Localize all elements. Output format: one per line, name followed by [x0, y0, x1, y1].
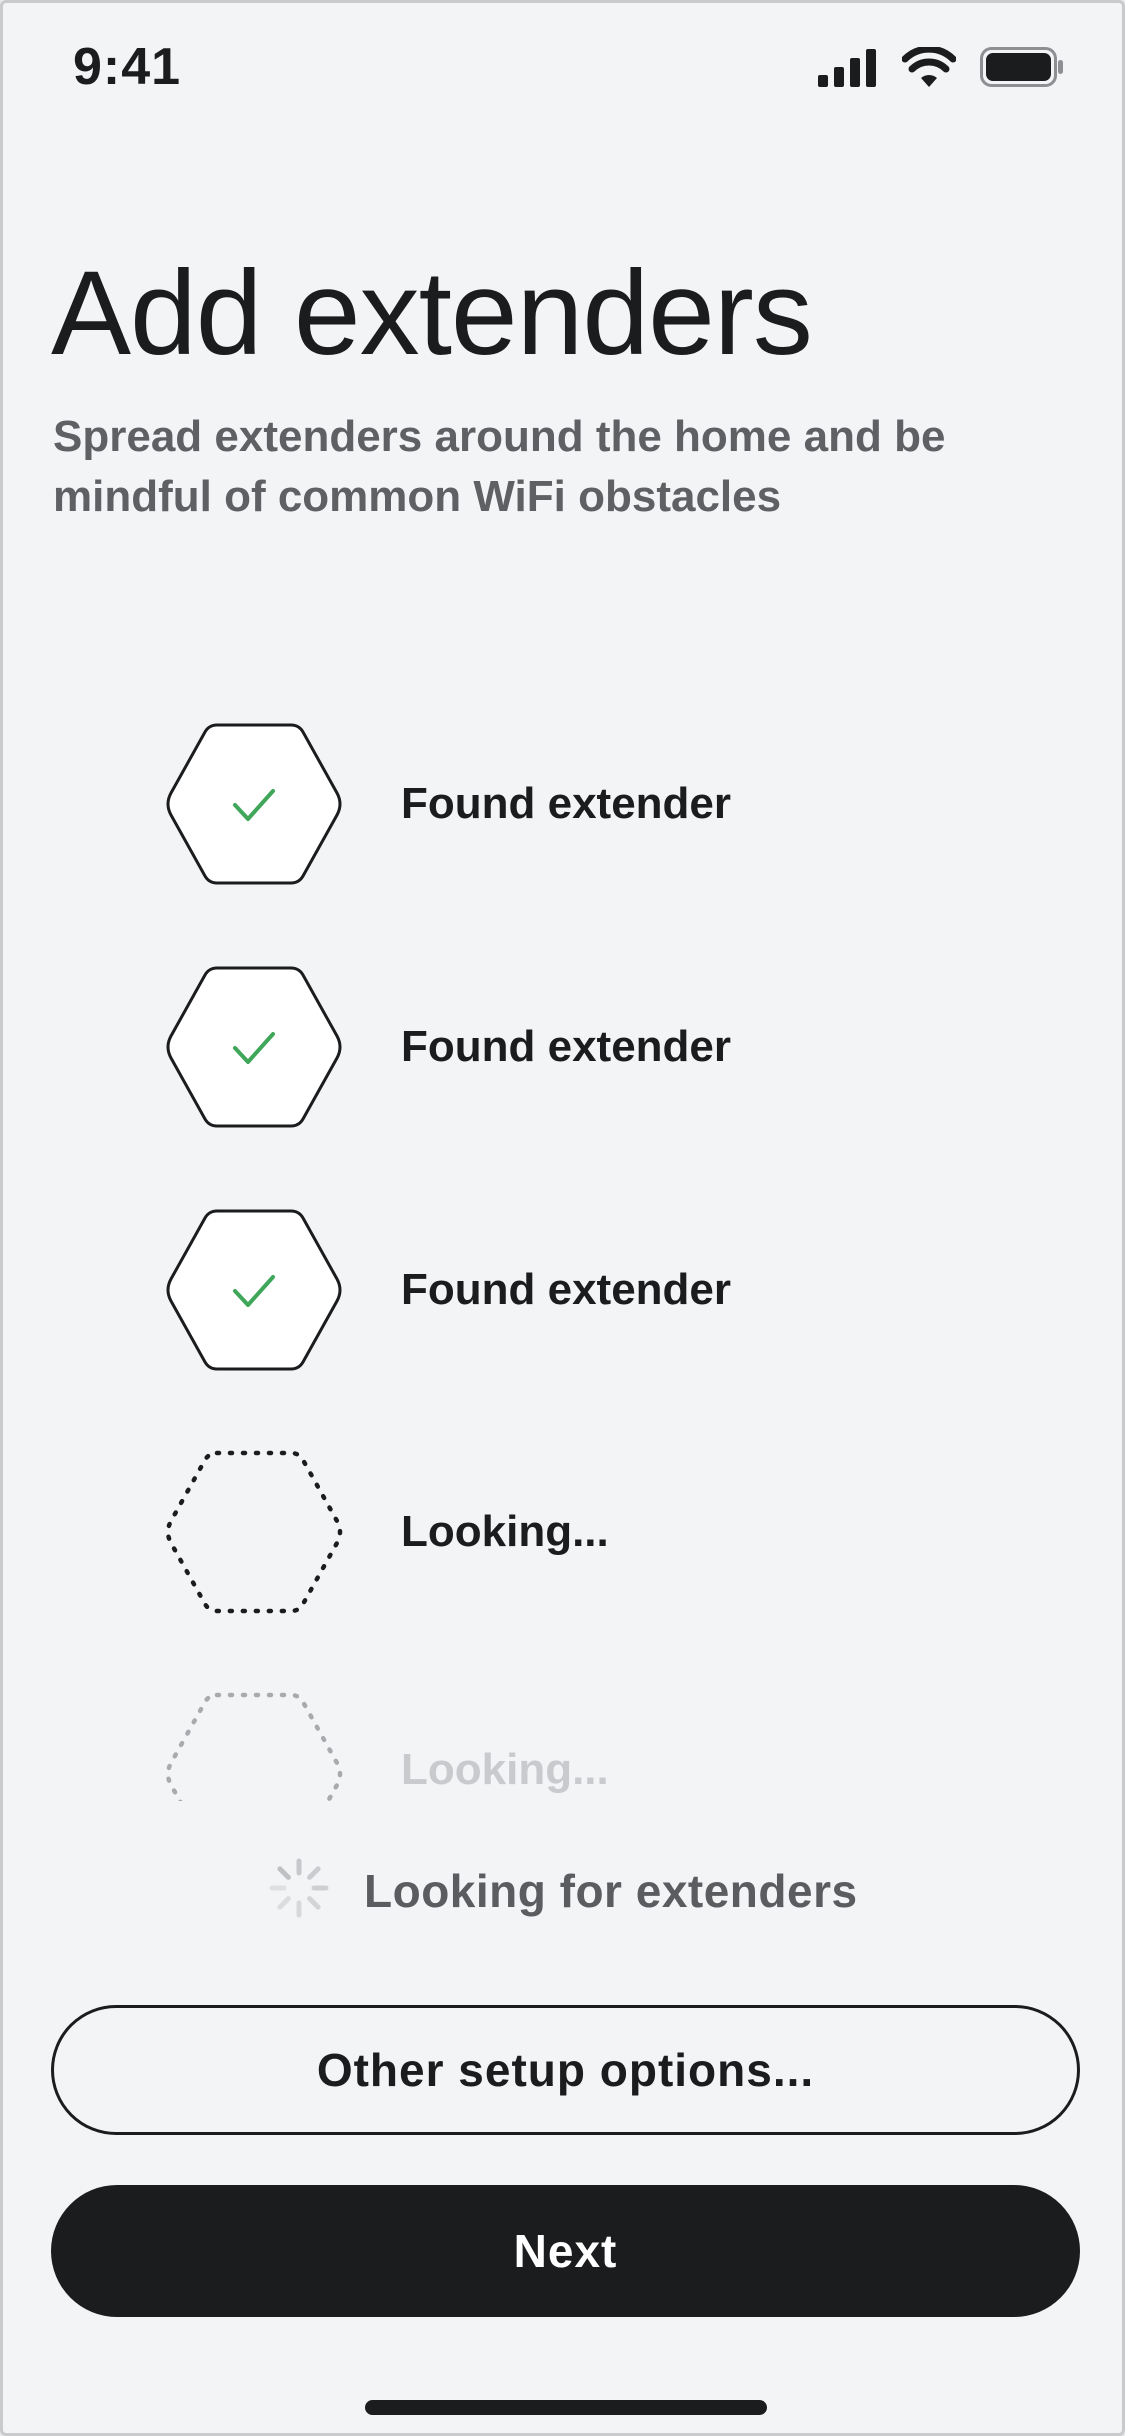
- extender-row-found: Found extender: [165, 721, 1065, 887]
- page-subtitle: Spread extenders around the home and be …: [53, 412, 946, 521]
- extender-row-found: Found extender: [165, 964, 1065, 1130]
- cellular-signal-icon: [818, 49, 878, 87]
- status-time: 9:41: [73, 38, 182, 96]
- phone-screen: 9:41 Add extenders Spread extenders arou…: [0, 0, 1125, 2436]
- extender-label: Looking...: [401, 1507, 609, 1556]
- extender-hexagon: [165, 1207, 343, 1373]
- spinner-icon: [268, 1857, 330, 1924]
- extender-label: Found extender: [401, 1022, 732, 1071]
- extender-row-found: Found extender: [165, 1207, 1065, 1373]
- extender-row-looking: Looking...: [165, 1449, 1065, 1615]
- other-setup-options-button[interactable]: Other setup options...: [51, 2005, 1080, 2135]
- extender-label: Found extender: [401, 1265, 732, 1314]
- checkmark-icon: [233, 1275, 275, 1307]
- wifi-icon: [902, 47, 956, 87]
- searching-status: Looking for extenders: [268, 1857, 858, 1924]
- status-icons: [818, 47, 1064, 87]
- dashed-hexagon-placeholder: [165, 1449, 343, 1615]
- battery-icon: [980, 47, 1064, 87]
- extender-label: Found extender: [401, 779, 732, 828]
- checkmark-icon: [233, 789, 275, 821]
- dashed-hexagon-placeholder: [165, 1691, 343, 1801]
- extender-label: Looking...: [401, 1745, 609, 1794]
- extender-row-looking-faded: Looking...: [165, 1691, 1065, 1801]
- page-title: Add extenders: [51, 246, 813, 380]
- checkmark-icon: [233, 1032, 275, 1064]
- home-indicator[interactable]: [365, 2400, 767, 2415]
- extender-hexagon: [165, 721, 343, 887]
- extender-hexagon: [165, 964, 343, 1130]
- searching-label: Looking for extenders: [364, 1864, 858, 1917]
- next-button[interactable]: Next: [51, 2185, 1080, 2317]
